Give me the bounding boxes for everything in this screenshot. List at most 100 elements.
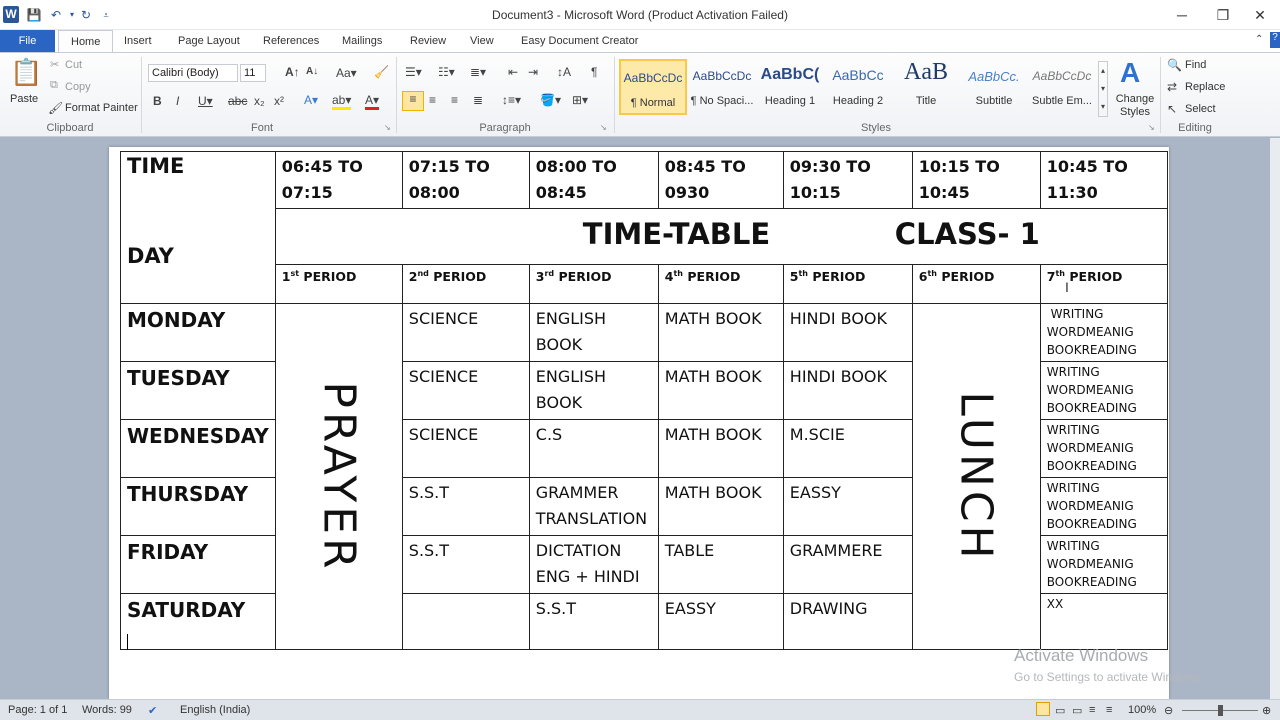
cut-button[interactable]: Cut [65, 59, 82, 71]
align-left-icon[interactable]: ≡ [402, 91, 424, 111]
sort-icon[interactable]: ↕A [557, 65, 571, 79]
word-count[interactable]: Words: 99 [82, 704, 132, 716]
restore-button[interactable]: ❐ [1203, 4, 1243, 26]
close-button[interactable]: ✕ [1240, 4, 1280, 26]
replace-button[interactable]: Replace [1185, 81, 1225, 93]
tab-view[interactable]: View [470, 30, 494, 52]
font-dialog-launcher-icon[interactable]: ↘ [384, 123, 391, 132]
font-color-icon[interactable]: A▾ [365, 93, 380, 110]
tab-review[interactable]: Review [410, 30, 446, 52]
paste-button[interactable]: Paste [10, 93, 38, 105]
bullets-icon[interactable]: ☰▾ [405, 65, 422, 79]
zoom-out-icon[interactable]: ⊖ [1164, 704, 1173, 717]
paste-icon[interactable]: 📋 [10, 57, 42, 88]
underline-icon[interactable]: U▾ [198, 94, 213, 108]
slot-end: 11:30 [1046, 183, 1098, 202]
font-group-label: Font [250, 122, 273, 134]
proofing-icon[interactable]: ✔ [148, 704, 157, 717]
decrease-indent-icon[interactable]: ⇤ [508, 65, 518, 79]
show-formatting-icon[interactable]: ¶ [591, 65, 597, 79]
style-heading-1[interactable]: AaBbC( Heading 1 [756, 59, 824, 115]
period-suffix: nd [417, 269, 429, 278]
zoom-slider-thumb[interactable] [1218, 705, 1223, 716]
help-icon[interactable]: ? [1270, 32, 1280, 48]
align-center-icon[interactable]: ≡ [429, 93, 436, 107]
change-case-icon[interactable]: Aa▾ [336, 66, 357, 80]
minimize-ribbon-icon[interactable]: ⌃ [1255, 34, 1263, 45]
shading-icon[interactable]: 🪣▾ [540, 93, 561, 107]
full-screen-view-icon[interactable]: ▭ [1055, 704, 1065, 717]
style-normal[interactable]: AaBbCcDc ¶ Normal [619, 59, 687, 115]
copy-icon[interactable]: ⧉ [50, 79, 58, 92]
shrink-font-icon[interactable]: A↓ [306, 66, 318, 77]
timetable-title: TIME-TABLE [582, 217, 771, 251]
style-name: Title [915, 95, 937, 107]
language-indicator[interactable]: English (India) [180, 704, 250, 716]
period-header-4: 4th PERIOD [657, 264, 784, 304]
replace-icon[interactable]: ⇄ [1167, 80, 1177, 94]
line-spacing-icon[interactable]: ↕≡▾ [502, 93, 521, 107]
numbering-icon[interactable]: ☷▾ [438, 65, 455, 79]
print-layout-view-icon[interactable] [1036, 702, 1050, 716]
strikethrough-icon[interactable]: abc [228, 94, 247, 108]
tab-insert[interactable]: Insert [124, 30, 152, 52]
format-painter-button[interactable]: Format Painter [65, 102, 138, 114]
text-effects-icon[interactable]: A▾ [304, 93, 318, 107]
format-painter-icon[interactable]: 🖌 [48, 101, 63, 115]
copy-button[interactable]: Copy [65, 81, 91, 93]
timetable-banner: TIME-TABLE CLASS- 1 [274, 208, 1168, 265]
font-name-combo[interactable]: Calibri (Body) [148, 64, 238, 82]
tab-mailings[interactable]: Mailings [342, 30, 382, 52]
superscript-icon[interactable]: x² [274, 94, 284, 108]
align-right-icon[interactable]: ≡ [451, 93, 458, 107]
styles-scroll-icon[interactable]: ▴ ▾ ▾ [1098, 61, 1108, 117]
tab-references[interactable]: References [263, 30, 319, 52]
period-label: PERIOD [554, 269, 612, 285]
cell-line: WORDMEANIG [1046, 557, 1134, 571]
change-styles-button[interactable]: Change Styles [1114, 93, 1156, 119]
zoom-level[interactable]: 100% [1128, 704, 1156, 716]
justify-icon[interactable]: ≣ [473, 93, 483, 107]
cell-line: BOOKREADING [1046, 459, 1137, 473]
style-heading-2[interactable]: AaBbCc Heading 2 [824, 59, 892, 115]
style-no-spacing[interactable]: AaBbCcDc ¶ No Spaci... [688, 59, 756, 115]
clear-formatting-icon[interactable]: 🧹 [374, 65, 389, 79]
select-icon[interactable]: ↖ [1167, 102, 1177, 116]
find-button[interactable]: Find [1185, 59, 1206, 71]
select-button[interactable]: Select [1185, 103, 1216, 115]
style-subtitle[interactable]: AaBbCc. Subtitle [960, 59, 1028, 115]
tab-easy-document-creator[interactable]: Easy Document Creator [521, 30, 638, 52]
vertical-scrollbar[interactable] [1270, 138, 1280, 699]
increase-indent-icon[interactable]: ⇥ [528, 65, 538, 79]
italic-icon[interactable]: I [176, 94, 179, 108]
grow-font-icon[interactable]: A↑ [285, 65, 300, 79]
web-layout-view-icon[interactable]: ▭ [1072, 704, 1082, 717]
borders-icon[interactable]: ⊞▾ [572, 93, 588, 107]
font-size-combo[interactable]: 11 [240, 64, 266, 82]
find-icon[interactable]: 🔍 [1167, 58, 1182, 72]
day-tuesday: TUESDAY [120, 361, 276, 420]
cell-line: ENGLISH [535, 367, 607, 386]
time-slot-4: 08:45 TO 0930 [657, 151, 784, 209]
style-subtle-emphasis[interactable]: AaBbCcDc Subtle Em... [1028, 59, 1096, 115]
paragraph-dialog-launcher-icon[interactable]: ↘ [600, 123, 607, 132]
minimize-button[interactable]: ─ [1162, 4, 1202, 26]
change-styles-icon[interactable]: A [1120, 57, 1140, 89]
draft-view-icon[interactable]: ≡ [1106, 704, 1112, 716]
document-page[interactable]: TIME DAY 06:45 TO 07:15 07:15 TO 08:00 08:… [109, 147, 1169, 699]
page-count[interactable]: Page: 1 of 1 [8, 704, 67, 716]
tab-page-layout[interactable]: Page Layout [178, 30, 240, 52]
style-title[interactable]: AaB Title [892, 59, 960, 115]
time-label: TIME [127, 154, 185, 178]
multilevel-list-icon[interactable]: ≣▾ [470, 65, 486, 79]
tab-file[interactable]: File [0, 30, 55, 52]
tab-home[interactable]: Home [58, 30, 114, 52]
period-header-3: 3rd PERIOD [528, 264, 659, 304]
subscript-icon[interactable]: x₂ [254, 94, 265, 108]
outline-view-icon[interactable]: ≡ [1089, 704, 1095, 716]
bold-icon[interactable]: B [153, 94, 162, 108]
cut-icon[interactable]: ✂ [50, 58, 59, 71]
zoom-in-icon[interactable]: ⊕ [1262, 704, 1271, 717]
styles-dialog-launcher-icon[interactable]: ↘ [1148, 123, 1155, 132]
highlight-icon[interactable]: ab▾ [332, 93, 352, 110]
